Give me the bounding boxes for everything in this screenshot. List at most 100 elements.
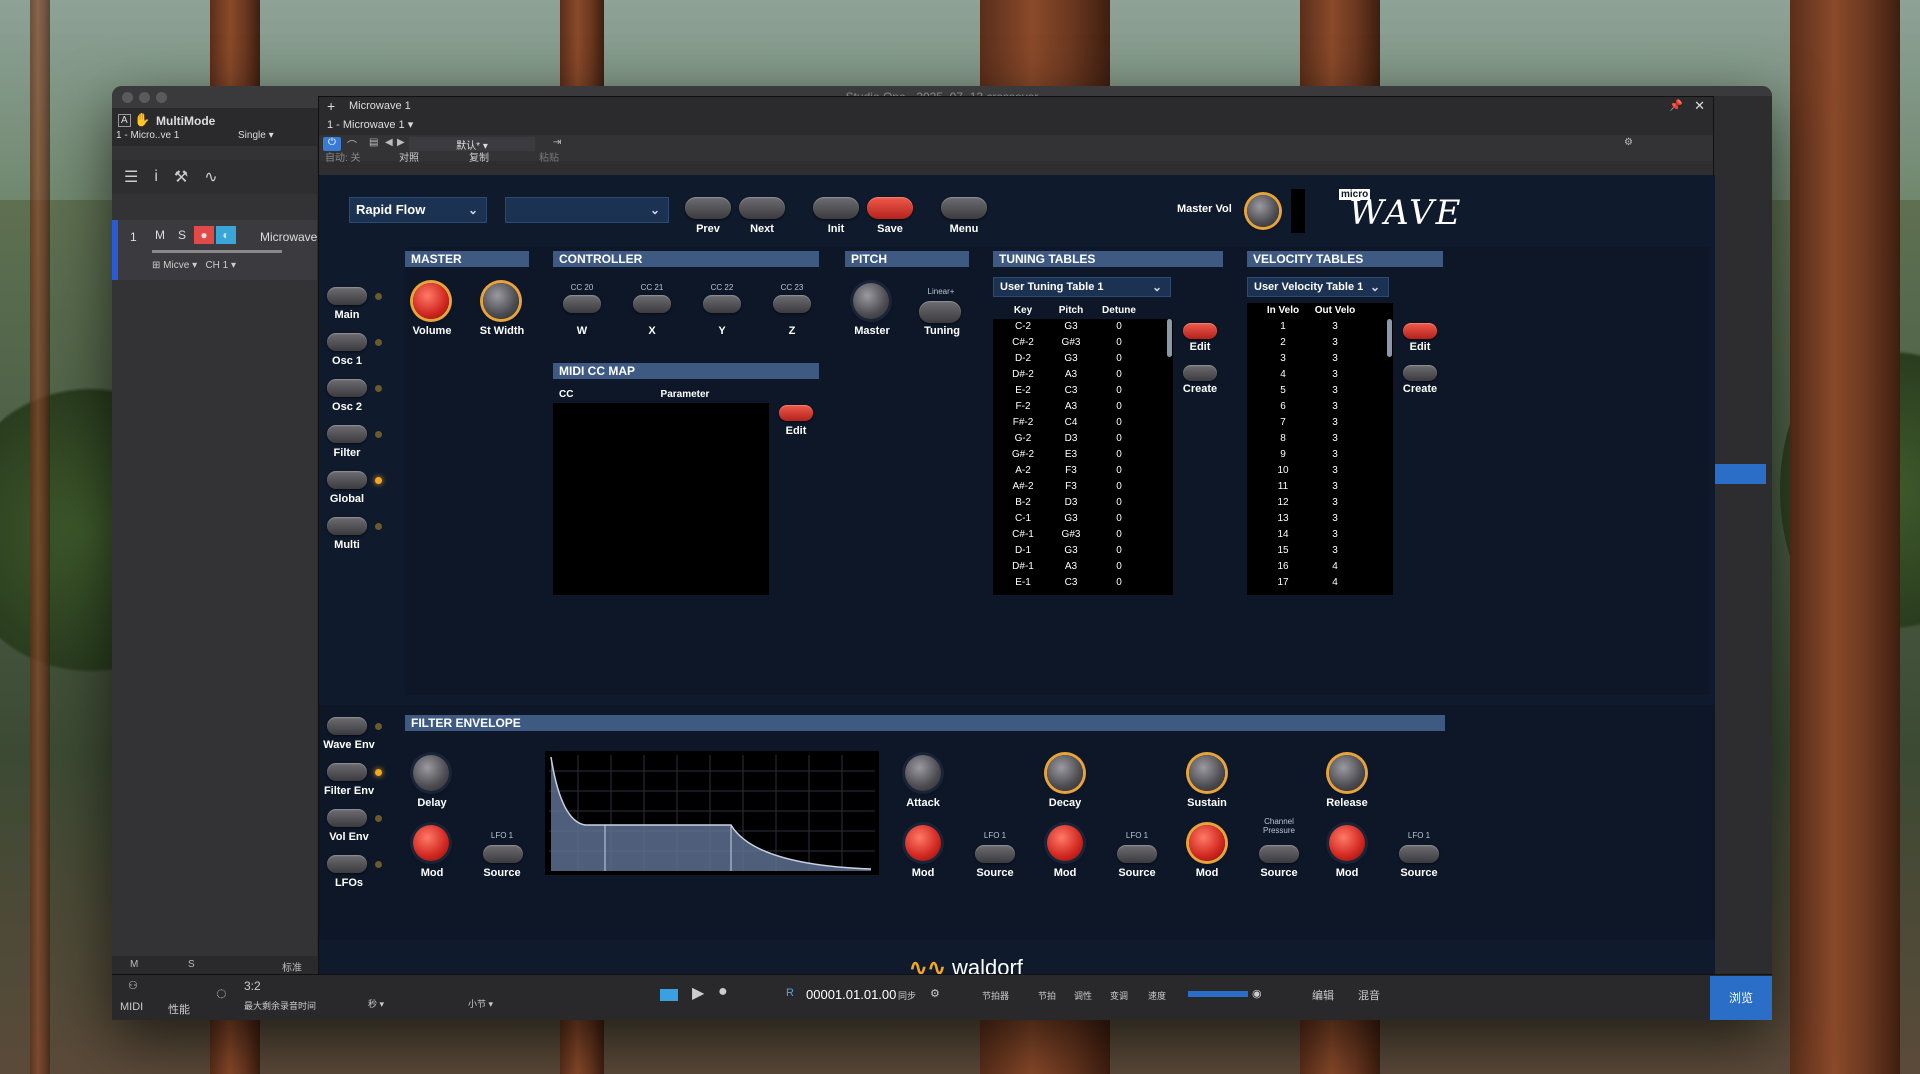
delay-knob[interactable] bbox=[413, 755, 449, 791]
cc-button[interactable] bbox=[773, 295, 811, 313]
record-arm-button[interactable]: ● bbox=[194, 226, 214, 244]
velocity-create-button[interactable] bbox=[1403, 365, 1437, 381]
pin-icon[interactable]: 📌 bbox=[1669, 97, 1683, 115]
nav-global-button[interactable] bbox=[327, 471, 367, 489]
prev-button[interactable] bbox=[685, 197, 731, 219]
envelope-graph[interactable] bbox=[545, 751, 879, 875]
insert-icon[interactable]: ⇥ bbox=[553, 137, 561, 148]
footer-standard[interactable]: 标准 bbox=[282, 959, 302, 974]
audio-icon[interactable]: A bbox=[118, 114, 131, 127]
metronome-label[interactable]: 节拍器 bbox=[982, 989, 1009, 1002]
decay-knob[interactable] bbox=[1047, 755, 1083, 791]
transpose-label[interactable]: 变调 bbox=[1110, 989, 1128, 1002]
init-button[interactable] bbox=[813, 197, 859, 219]
release-mod-knob[interactable] bbox=[1329, 825, 1365, 861]
beat-label[interactable]: 节拍 bbox=[1038, 989, 1056, 1002]
edit-tab[interactable]: 编辑 bbox=[1312, 987, 1334, 1003]
tuning-create-button[interactable] bbox=[1183, 365, 1217, 381]
velocity-table-dropdown[interactable]: User Velocity Table 1 ⌄ bbox=[1247, 277, 1389, 297]
track-input-select[interactable]: ⊞ Micve ▾ CH 1 ▾ bbox=[152, 260, 236, 271]
seconds-select[interactable]: 秒 ▾ bbox=[368, 997, 384, 1010]
next-preset-icon[interactable]: ▶ bbox=[397, 137, 405, 148]
attack-source-button[interactable] bbox=[975, 845, 1015, 863]
track-volume-bar[interactable] bbox=[152, 250, 282, 253]
close-window-icon[interactable] bbox=[122, 92, 133, 103]
hand-icon[interactable]: ✋ bbox=[134, 112, 150, 128]
record-icon[interactable]: ● bbox=[718, 983, 728, 1001]
copy-button[interactable]: 复制 bbox=[469, 149, 489, 164]
bank-dropdown[interactable]: ⌄ bbox=[505, 197, 669, 223]
midi-icon[interactable]: ⚇ bbox=[128, 979, 138, 992]
decay-mod-knob[interactable] bbox=[1047, 825, 1083, 861]
sustain-mod-knob[interactable] bbox=[1189, 825, 1225, 861]
zoom-window-icon[interactable] bbox=[156, 92, 167, 103]
midi-cc-list[interactable] bbox=[553, 403, 769, 595]
sustain-knob[interactable] bbox=[1189, 755, 1225, 791]
footer-m[interactable]: M bbox=[130, 959, 138, 970]
velocity-table[interactable]: In Velo Out Velo 1 3 2 3 3 3 4 3 5 3 6 3 7 3 8 3 9 3 10 3 11 3 1… bbox=[1247, 303, 1393, 595]
mode-select[interactable]: Single ▾ bbox=[238, 130, 274, 141]
monitor-button[interactable]: ◐ bbox=[216, 226, 236, 244]
paste-button[interactable]: 粘贴 bbox=[539, 149, 559, 164]
toggle-icon[interactable]: ◉ bbox=[1252, 987, 1262, 1000]
master-vol-knob[interactable] bbox=[1247, 195, 1279, 227]
tuning-edit-button[interactable] bbox=[1183, 323, 1217, 339]
pitch-master-knob[interactable] bbox=[853, 283, 889, 319]
tuning-table[interactable]: Key Pitch Detune C-2 G3 0 C#-2 G#3 0 D-2 G3 0 D#-2 A3… bbox=[993, 303, 1173, 595]
key-label[interactable]: 调性 bbox=[1074, 989, 1092, 1002]
nav-multi-button[interactable] bbox=[327, 517, 367, 535]
nav-lfos-button[interactable] bbox=[327, 855, 367, 873]
next-button[interactable] bbox=[739, 197, 785, 219]
browse-tab[interactable]: 浏览 bbox=[1710, 976, 1772, 1020]
nav-wave-env-button[interactable] bbox=[327, 717, 367, 735]
auto-off-label[interactable]: 自动: 关 bbox=[325, 149, 361, 164]
delay-mod-knob[interactable] bbox=[413, 825, 449, 861]
cc-button[interactable] bbox=[633, 295, 671, 313]
nav-filter-env-button[interactable] bbox=[327, 763, 367, 781]
tuning-button[interactable] bbox=[919, 301, 961, 323]
close-icon[interactable]: ✕ bbox=[1694, 97, 1705, 115]
nav-osc-2-button[interactable] bbox=[327, 379, 367, 397]
midi-cc-edit-button[interactable] bbox=[779, 405, 813, 421]
nav-filter-button[interactable] bbox=[327, 425, 367, 443]
velocity-table-scrollbar[interactable] bbox=[1387, 319, 1392, 357]
info-icon[interactable]: i bbox=[154, 168, 158, 186]
play-icon[interactable]: ▶ bbox=[692, 983, 704, 1003]
nav-main-button[interactable] bbox=[327, 287, 367, 305]
automation-icon[interactable]: ∿ bbox=[204, 167, 217, 187]
velocity-edit-button[interactable] bbox=[1403, 323, 1437, 339]
release-source-button[interactable] bbox=[1399, 845, 1439, 863]
loop-icon[interactable] bbox=[660, 989, 678, 1001]
tuning-table-scrollbar[interactable] bbox=[1167, 319, 1172, 357]
attack-mod-knob[interactable] bbox=[905, 825, 941, 861]
nav-vol-env-button[interactable] bbox=[327, 809, 367, 827]
master-level-meter[interactable] bbox=[1188, 991, 1248, 997]
instance-select[interactable]: 1 - Microwave 1 ▾ bbox=[319, 115, 1713, 135]
speed-label[interactable]: 速度 bbox=[1148, 989, 1166, 1002]
add-icon[interactable]: + bbox=[327, 97, 335, 115]
gear-icon[interactable]: ⚙ bbox=[1624, 137, 1633, 148]
mute-button[interactable]: M bbox=[150, 226, 170, 244]
cc-button[interactable] bbox=[703, 295, 741, 313]
save-button[interactable] bbox=[867, 197, 913, 219]
mix-tab[interactable]: 混音 bbox=[1358, 987, 1380, 1003]
delay-source-button[interactable] bbox=[483, 845, 523, 863]
wrench-icon[interactable]: ⚒ bbox=[174, 167, 188, 187]
bar-select[interactable]: 小节 ▾ bbox=[468, 997, 493, 1010]
position-readout[interactable]: 00001.01.01.00 bbox=[806, 987, 896, 1002]
attack-knob[interactable] bbox=[905, 755, 941, 791]
metronome-gear-icon[interactable]: ⚙ bbox=[930, 987, 940, 1000]
track-row[interactable]: 1 M S ● ◐ Microwave ⊞ Micve ▾ CH 1 ▾ bbox=[112, 220, 317, 280]
release-knob[interactable] bbox=[1329, 755, 1365, 791]
nav-osc-1-button[interactable] bbox=[327, 333, 367, 351]
st-width-knob[interactable] bbox=[483, 283, 519, 319]
decay-source-button[interactable] bbox=[1117, 845, 1157, 863]
footer-s[interactable]: S bbox=[188, 959, 195, 970]
preset-icon[interactable]: ▤ bbox=[369, 137, 378, 148]
prev-preset-icon[interactable]: ◀ bbox=[385, 137, 393, 148]
sync-label[interactable]: 同步 bbox=[898, 989, 916, 1002]
volume-knob[interactable] bbox=[413, 283, 449, 319]
solo-button[interactable]: S bbox=[172, 226, 192, 244]
minimize-window-icon[interactable] bbox=[139, 92, 150, 103]
sustain-source-button[interactable] bbox=[1259, 845, 1299, 863]
